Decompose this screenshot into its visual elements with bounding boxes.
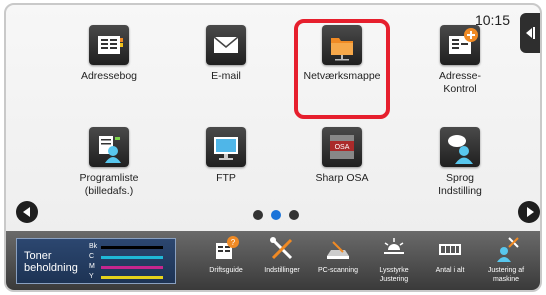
toner-row-m: M — [89, 263, 169, 273]
tile-address-book[interactable]: Adressebog — [61, 25, 157, 83]
brightness-icon — [379, 234, 409, 264]
program-list-icon — [89, 127, 129, 167]
tile-label: Adressebog — [80, 70, 138, 82]
previous-page-button[interactable] — [16, 201, 38, 223]
counter-icon — [435, 234, 465, 264]
side-panel-tab[interactable] — [520, 13, 540, 53]
tool-label: Indstillinger — [264, 267, 300, 274]
tile-ftp[interactable]: FTP — [178, 127, 274, 185]
tile-label: Sprog Indstilling — [438, 172, 482, 197]
arrow-right-icon — [527, 207, 534, 217]
tile-label: Programliste (billedafs.) — [79, 172, 139, 197]
brightness-adjust-button[interactable]: Lysstyrke Justering — [364, 234, 424, 284]
tile-label: Sharp OSA — [315, 172, 369, 184]
tool-label: PC-scanning — [317, 267, 359, 274]
touch-screen: 10:15 Adressebog E-mail Netværksmappe Ad… — [4, 3, 542, 292]
tool-label: Lysstyrke Justering — [379, 267, 409, 283]
page-dot[interactable] — [253, 210, 263, 220]
toner-row-bk: Bk — [89, 243, 169, 253]
tool-label: Antal i alt — [435, 267, 465, 274]
address-control-icon — [440, 25, 480, 65]
tile-language-setting[interactable]: Sprog Indstilling — [412, 127, 508, 198]
arrow-left-icon — [23, 207, 30, 217]
pc-scan-button[interactable]: PC-scanning — [308, 234, 368, 275]
bottom-toolbar: Toner beholdning Bk C M Y ? Driftsguide … — [6, 231, 540, 290]
tool-label: Justering af maskine — [487, 267, 525, 283]
address-book-icon — [89, 25, 129, 65]
tile-address-control[interactable]: Adresse- Kontrol — [412, 25, 508, 96]
monitor-icon — [206, 127, 246, 167]
machine-adjust-icon — [491, 234, 521, 264]
guide-icon: ? — [211, 234, 241, 264]
tool-label: Driftsguide — [209, 267, 243, 274]
tile-label: E-mail — [211, 70, 241, 82]
sharp-osa-icon: OSA — [322, 127, 362, 167]
toner-quantity-panel[interactable]: Toner beholdning Bk C M Y — [16, 238, 176, 284]
tile-email[interactable]: E-mail — [178, 25, 274, 83]
toner-row-c: C — [89, 253, 169, 263]
next-page-button[interactable] — [518, 201, 540, 223]
scanner-icon — [323, 234, 353, 264]
language-icon — [440, 127, 480, 167]
page-dot[interactable] — [289, 210, 299, 220]
tile-label: FTP — [216, 172, 236, 184]
tile-sharp-osa[interactable]: OSA Sharp OSA — [294, 127, 390, 185]
operation-guide-button[interactable]: ? Driftsguide — [196, 234, 256, 275]
machine-adjust-button[interactable]: Justering af maskine — [476, 234, 536, 284]
page-indicator — [253, 207, 307, 225]
tile-program-list[interactable]: Programliste (billedafs.) — [61, 127, 157, 198]
page-dot-active[interactable] — [271, 210, 281, 220]
tile-label: Adresse- Kontrol — [438, 70, 481, 95]
selected-tile-highlight — [294, 19, 390, 119]
settings-button[interactable]: Indstillinger — [252, 234, 312, 275]
total-count-button[interactable]: Antal i alt — [420, 234, 480, 275]
wrench-screwdriver-icon — [267, 234, 297, 264]
envelope-icon — [206, 25, 246, 65]
toner-row-y: Y — [89, 273, 169, 283]
toner-label: Toner beholdning — [24, 250, 78, 274]
svg-text:OSA: OSA — [335, 144, 350, 151]
svg-text:?: ? — [231, 238, 236, 247]
arrow-left-icon — [526, 28, 532, 38]
